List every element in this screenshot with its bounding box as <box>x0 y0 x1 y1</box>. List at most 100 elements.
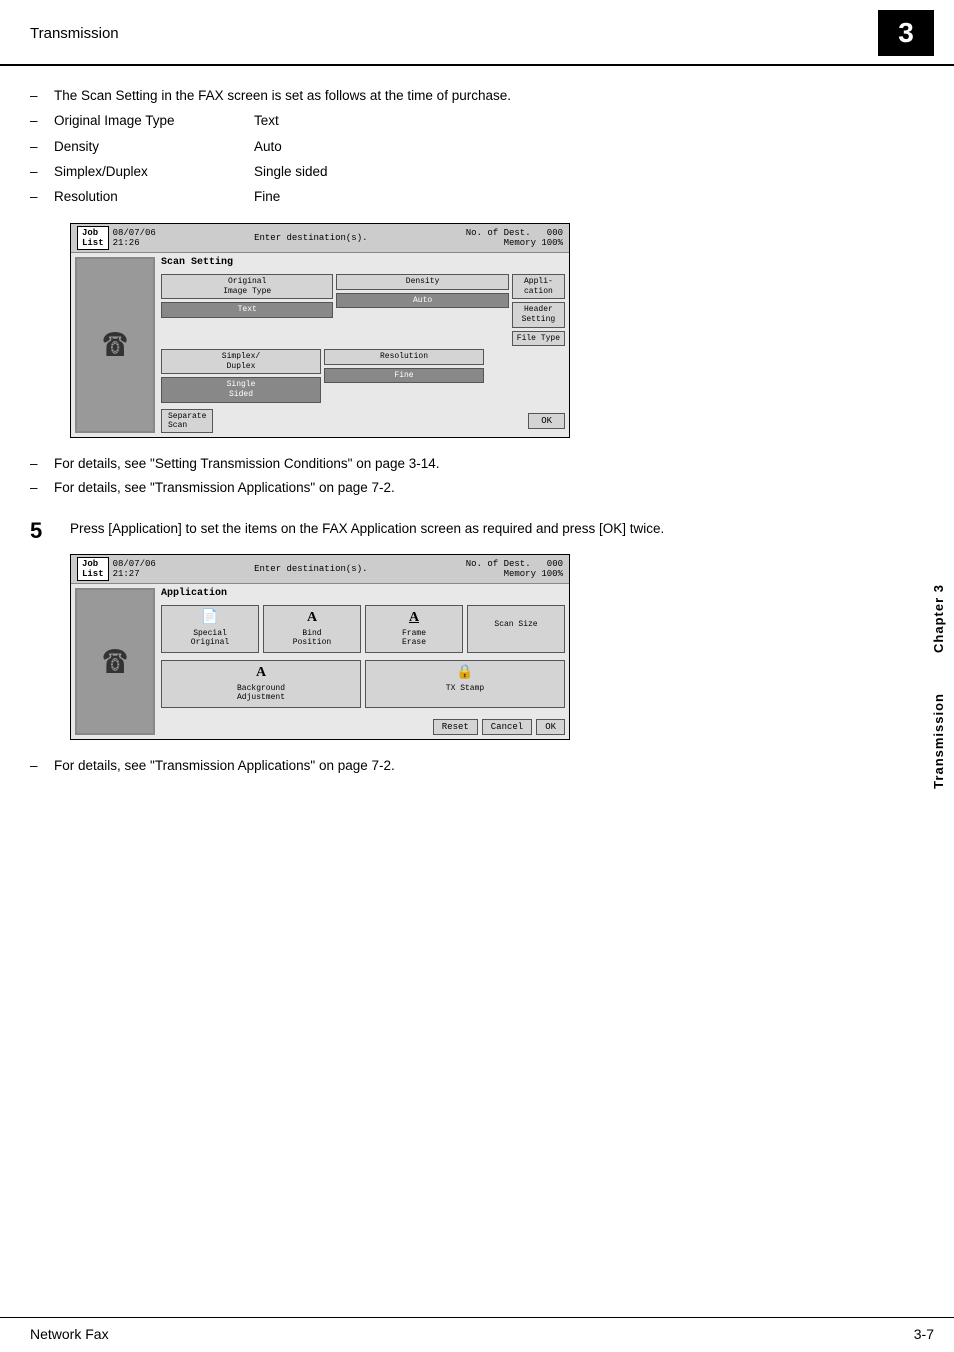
simplex-value: Single sided <box>254 162 862 182</box>
job-list-btn-2[interactable]: JobList <box>77 557 109 581</box>
dash: – <box>30 187 50 207</box>
bullet-item-resolution: – Resolution Fine <box>30 187 862 207</box>
phone-icon-2: ☎ <box>103 637 127 686</box>
chapter-badge: 3 <box>878 10 934 56</box>
fax-datetime-1: 08/07/0621:26 <box>113 228 156 248</box>
frame-erase-icon: A <box>370 610 458 627</box>
cancel-btn[interactable]: Cancel <box>482 719 532 735</box>
note-text-2a: For details, see "Transmission Applicati… <box>54 756 395 776</box>
fax-right-panel-1: Scan Setting OriginalImage Type Text Den… <box>161 257 565 432</box>
note-item-1b: – For details, see "Transmission Applica… <box>30 478 862 498</box>
scan-row-1: OriginalImage Type Text Density Auto App… <box>161 274 565 346</box>
note-text-1b: For details, see "Transmission Applicati… <box>54 478 395 498</box>
fax-dest-text-2: Enter destination(s). <box>164 564 458 574</box>
intro-text: The Scan Setting in the FAX screen is se… <box>54 86 862 106</box>
scan-setting-title: Scan Setting <box>161 257 565 268</box>
fax-counter-1: No. of Dest. 000 <box>466 228 563 238</box>
header-title: Transmission <box>30 25 119 42</box>
resolution-row: Resolution Fine <box>54 187 862 207</box>
tx-stamp-icon: 🔒 <box>370 665 560 682</box>
sidebar-chapter-label: Chapter 3 <box>931 584 946 653</box>
resolution-btn[interactable]: Resolution <box>324 349 484 365</box>
right-sidebar: Chapter 3 Transmission <box>922 60 954 1312</box>
fax-memory-2: Memory 100% <box>466 569 563 579</box>
fax-memory-1: Memory 100% <box>466 238 563 248</box>
bind-position-btn[interactable]: A BindPosition <box>263 605 361 653</box>
fax-right-panel-2: Application 📄 SpecialOriginal A BindPosi… <box>161 588 565 735</box>
density-value: Auto <box>254 137 862 157</box>
dash: – <box>30 756 50 776</box>
dash: – <box>30 454 50 474</box>
dash: – <box>30 478 50 498</box>
bullet-item-intro: – The Scan Setting in the FAX screen is … <box>30 86 862 106</box>
step-5-row: 5 Press [Application] to set the items o… <box>30 518 862 544</box>
frame-erase-btn[interactable]: A FrameErase <box>365 605 463 653</box>
density-row: Density Auto <box>54 137 862 157</box>
step-5-text: Press [Application] to set the items on … <box>70 518 862 540</box>
note-item-2a: – For details, see "Transmission Applica… <box>30 756 862 776</box>
original-image-type-btn[interactable]: OriginalImage Type <box>161 274 333 299</box>
main-content: – The Scan Setting in the FAX screen is … <box>0 66 922 852</box>
file-type-btn[interactable]: File Type <box>512 331 565 347</box>
text-value-btn[interactable]: Text <box>161 302 333 318</box>
fax-body-1: ☎ Scan Setting OriginalImage Type Text D… <box>71 253 569 436</box>
fine-btn[interactable]: Fine <box>324 368 484 384</box>
job-list-btn[interactable]: JobList <box>77 226 109 250</box>
image-type-label: Original Image Type <box>54 111 254 131</box>
fax-counter-2: No. of Dest. 000 <box>466 559 563 569</box>
sidebar-section-label: Transmission <box>931 693 946 789</box>
right-btn-col: Appli-cation HeaderSetting File Type <box>512 274 565 346</box>
auto-value-btn[interactable]: Auto <box>336 293 508 309</box>
footer-left: Network Fax <box>30 1326 109 1342</box>
dash: – <box>30 111 50 131</box>
reset-btn[interactable]: Reset <box>433 719 478 735</box>
ok-btn-1[interactable]: OK <box>528 413 565 429</box>
single-sided-btn[interactable]: SingleSided <box>161 377 321 402</box>
app-footer-row: Reset Cancel OK <box>161 719 565 735</box>
step-5-number: 5 <box>30 518 54 544</box>
bullet-item-simplex: – Simplex/Duplex Single sided <box>30 162 862 182</box>
app-row-1: 📄 SpecialOriginal A BindPosition A Frame… <box>161 605 565 653</box>
image-type-row: Original Image Type Text <box>54 111 862 131</box>
scan-bottom-row: SeparateScan OK <box>161 409 565 433</box>
resolution-label: Resolution <box>54 187 254 207</box>
resolution-value: Fine <box>254 187 862 207</box>
simplex-duplex-btn[interactable]: Simplex/Duplex <box>161 349 321 374</box>
bullet-item-image-type: – Original Image Type Text <box>30 111 862 131</box>
separate-scan-btn[interactable]: SeparateScan <box>161 409 213 433</box>
density-label: Density <box>54 137 254 157</box>
app-row-2: A BackgroundAdjustment 🔒 TX Stamp <box>161 660 565 708</box>
dash: – <box>30 86 50 106</box>
application-btn[interactable]: Appli-cation <box>512 274 565 299</box>
bg-adjust-icon: A <box>166 665 356 682</box>
ok-btn-2[interactable]: OK <box>536 719 565 735</box>
density-btn[interactable]: Density <box>336 274 508 290</box>
dash: – <box>30 162 50 182</box>
fax-topbar-1: JobList 08/07/0621:26 Enter destination(… <box>71 224 569 253</box>
fax-phone-area-2: ☎ <box>75 588 155 735</box>
simplex-row: Simplex/Duplex Single sided <box>54 162 862 182</box>
fax-body-2: ☎ Application 📄 SpecialOriginal A BindPo… <box>71 584 569 739</box>
note-text-1a: For details, see "Setting Transmission C… <box>54 454 440 474</box>
phone-icon-1: ☎ <box>103 320 127 369</box>
scan-size-btn[interactable]: Scan Size <box>467 605 565 653</box>
note-list-2: – For details, see "Transmission Applica… <box>30 756 862 776</box>
page-header: Transmission 3 <box>0 0 954 66</box>
fax-screen-2: JobList 08/07/0621:27 Enter destination(… <box>70 554 570 740</box>
intro-bullet-list: – The Scan Setting in the FAX screen is … <box>30 86 862 207</box>
special-original-btn[interactable]: 📄 SpecialOriginal <box>161 605 259 653</box>
image-type-value: Text <box>254 111 862 131</box>
fax-topbar-2: JobList 08/07/0621:27 Enter destination(… <box>71 555 569 584</box>
bullet-item-density: – Density Auto <box>30 137 862 157</box>
note-list-1: – For details, see "Setting Transmission… <box>30 454 862 499</box>
bind-position-icon: A <box>268 610 356 627</box>
scan-row-2: Simplex/Duplex SingleSided Resolution Fi… <box>161 349 565 402</box>
application-title: Application <box>161 588 565 599</box>
page-footer: Network Fax 3-7 <box>0 1317 954 1352</box>
footer-right: 3-7 <box>914 1326 934 1342</box>
header-setting-btn[interactable]: HeaderSetting <box>512 302 565 327</box>
background-adjust-btn[interactable]: A BackgroundAdjustment <box>161 660 361 708</box>
tx-stamp-btn[interactable]: 🔒 TX Stamp <box>365 660 565 708</box>
simplex-label: Simplex/Duplex <box>54 162 254 182</box>
fax-phone-area-1: ☎ <box>75 257 155 432</box>
